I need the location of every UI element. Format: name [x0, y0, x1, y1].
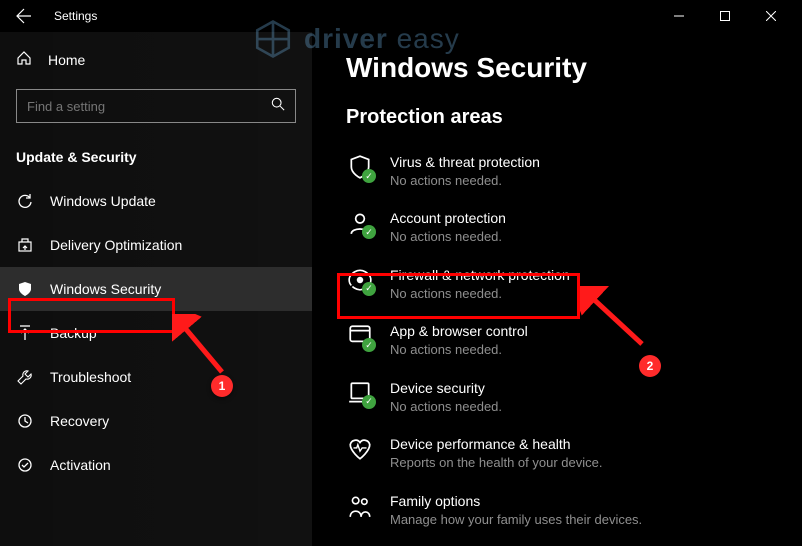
sidebar-item-recovery[interactable]: Recovery — [0, 399, 312, 443]
wrench-icon — [16, 368, 34, 386]
area-title: Firewall & network protection — [390, 266, 570, 285]
status-ok-icon: ✓ — [362, 169, 376, 183]
area-title: Account protection — [390, 209, 506, 228]
back-button[interactable] — [8, 0, 40, 32]
status-ok-icon: ✓ — [362, 395, 376, 409]
area-app-browser[interactable]: ✓ App & browser control No actions neede… — [346, 312, 772, 368]
home-icon — [16, 50, 32, 69]
page-subheading: Protection areas — [346, 106, 772, 129]
protection-areas-list: ✓ Virus & threat protection No actions n… — [346, 143, 772, 538]
sidebar-home-label: Home — [48, 52, 85, 68]
activation-icon — [16, 456, 34, 474]
area-subtitle: No actions needed. — [390, 398, 502, 416]
family-icon — [347, 493, 373, 519]
sidebar-item-activation[interactable]: Activation — [0, 443, 312, 487]
main-pane: Windows Security Protection areas ✓ Viru… — [312, 32, 802, 546]
arrow-left-icon — [16, 8, 32, 24]
area-subtitle: No actions needed. — [390, 285, 570, 303]
area-family-options[interactable]: Family options Manage how your family us… — [346, 482, 772, 538]
sidebar-section-header: Update & Security — [0, 133, 312, 179]
area-subtitle: Manage how your family uses their device… — [390, 511, 642, 529]
area-title: App & browser control — [390, 322, 528, 341]
sync-icon — [16, 192, 34, 210]
search-input[interactable] — [27, 99, 271, 114]
heart-pulse-icon — [347, 436, 373, 462]
minimize-icon — [674, 11, 684, 21]
close-icon — [766, 11, 776, 21]
area-firewall-network[interactable]: ✓ Firewall & network protection No actio… — [346, 256, 772, 312]
sidebar-item-label: Recovery — [50, 413, 109, 429]
sidebar-item-troubleshoot[interactable]: Troubleshoot — [0, 355, 312, 399]
sidebar-nav: Windows Update Delivery Optimization Win… — [0, 179, 312, 487]
sidebar-item-delivery-optimization[interactable]: Delivery Optimization — [0, 223, 312, 267]
area-subtitle: No actions needed. — [390, 228, 506, 246]
sidebar-item-label: Windows Security — [50, 281, 161, 297]
shield-icon — [16, 280, 34, 298]
status-ok-icon: ✓ — [362, 282, 376, 296]
area-account-protection[interactable]: ✓ Account protection No actions needed. — [346, 199, 772, 255]
search-box[interactable] — [16, 89, 296, 123]
sidebar-item-label: Backup — [50, 325, 97, 341]
search-icon — [271, 97, 285, 116]
area-virus-threat[interactable]: ✓ Virus & threat protection No actions n… — [346, 143, 772, 199]
sidebar-home[interactable]: Home — [0, 40, 312, 79]
status-ok-icon: ✓ — [362, 225, 376, 239]
sidebar-item-label: Activation — [50, 457, 111, 473]
minimize-button[interactable] — [656, 0, 702, 32]
sidebar-item-label: Troubleshoot — [50, 369, 131, 385]
backup-icon — [16, 324, 34, 342]
maximize-button[interactable] — [702, 0, 748, 32]
delivery-icon — [16, 236, 34, 254]
area-title: Device performance & health — [390, 435, 602, 454]
area-subtitle: Reports on the health of your device. — [390, 454, 602, 472]
sidebar: Home Update & Security Windows Update De… — [0, 32, 312, 546]
window-title: Settings — [54, 9, 97, 23]
titlebar: Settings — [0, 0, 802, 32]
area-title: Virus & threat protection — [390, 153, 540, 172]
area-device-security[interactable]: ✓ Device security No actions needed. — [346, 369, 772, 425]
area-subtitle: No actions needed. — [390, 341, 528, 359]
close-button[interactable] — [748, 0, 794, 32]
area-device-performance[interactable]: Device performance & health Reports on t… — [346, 425, 772, 481]
sidebar-item-backup[interactable]: Backup — [0, 311, 312, 355]
area-title: Device security — [390, 379, 502, 398]
maximize-icon — [720, 11, 730, 21]
sidebar-item-windows-update[interactable]: Windows Update — [0, 179, 312, 223]
status-ok-icon: ✓ — [362, 338, 376, 352]
sidebar-item-windows-security[interactable]: Windows Security — [0, 267, 312, 311]
area-title: Family options — [390, 492, 642, 511]
recovery-icon — [16, 412, 34, 430]
sidebar-item-label: Windows Update — [50, 193, 156, 209]
area-subtitle: No actions needed. — [390, 172, 540, 190]
page-heading: Windows Security — [346, 52, 772, 84]
sidebar-item-label: Delivery Optimization — [50, 237, 182, 253]
